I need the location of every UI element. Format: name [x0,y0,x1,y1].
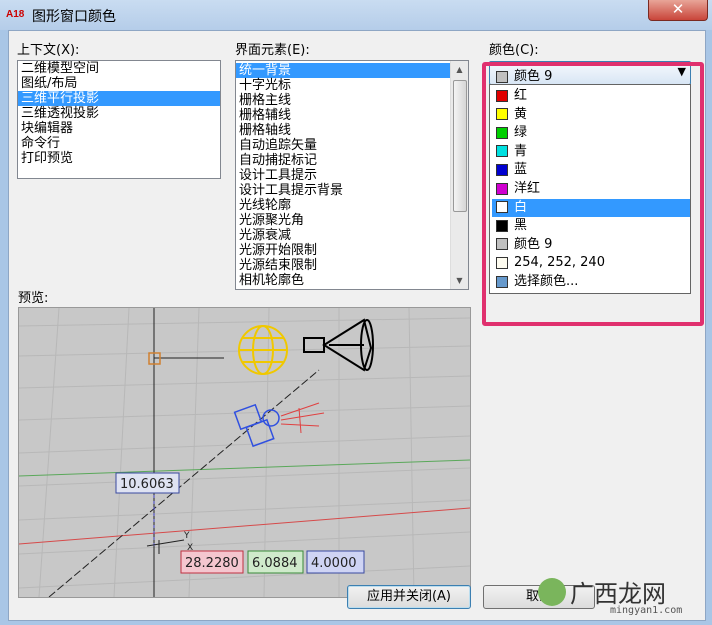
interface-element-item[interactable]: 自动捕捉标记 [236,153,450,168]
interface-element-item[interactable]: 光线轮廓 [236,198,450,213]
x-axis-line [19,507,470,545]
interface-element-item[interactable]: 光源聚光角 [236,213,450,228]
green-axis-line [19,459,470,477]
autocad-app-icon: A18 [6,9,25,20]
coord-z-value: 4.0000 [311,556,357,571]
watermark-brand: 广西龙网 [570,580,666,608]
context-list-item[interactable]: 打印预览 [18,151,220,166]
coord-x-box[interactable]: 28.2280 [180,550,244,574]
context-list-item[interactable]: 二维模型空间 [18,61,220,76]
scroll-up-arrow-icon[interactable]: ▲ [451,61,468,78]
interface-element-item[interactable]: 栅格辅线 [236,108,450,123]
interface-element-item[interactable]: 十字光标 [236,78,450,93]
dimension-input-box[interactable]: 10.6063 [115,472,180,494]
interface-element-item[interactable]: 栅格轴线 [236,123,450,138]
color-label: 颜色(C): [489,43,539,58]
coord-y-value: 6.0884 [252,556,298,571]
context-list-item[interactable]: 命令行 [18,136,220,151]
interface-element-item[interactable]: 设计工具提示背景 [236,183,450,198]
light-bulb-icon [238,325,288,375]
window-title: 图形窗口颜色 [32,9,116,25]
context-list-item[interactable]: 块编辑器 [18,121,220,136]
ucs-y-label: Y [183,531,190,541]
interface-element-item[interactable]: 设计工具提示 [236,168,450,183]
interface-element-item[interactable]: 栅格主线 [236,93,450,108]
context-list-item[interactable]: 三维透视投影 [18,106,220,121]
context-list-item[interactable]: 三维平行投影 [18,91,220,106]
close-button[interactable]: ✕ [648,0,708,21]
context-label: 上下文(X): [17,43,80,58]
grid-lines [19,308,470,597]
interface-element-item[interactable]: 光源开始限制 [236,243,450,258]
interface-element-item[interactable]: 光源结束限制 [236,258,450,273]
scroll-thumb[interactable] [453,80,467,212]
interface-element-item[interactable]: 相机轮廓色 [236,273,450,288]
preview-scene: Y X 10.6063 28.2280 6.0884 4.0000 [19,308,470,597]
interface-elements-listbox[interactable]: 统一背景 十字光标 栅格主线 栅格辅线 栅格轴线 自动追踪矢量 自动捕捉标记 设计工具提示 设计… [235,60,469,290]
title-bar: A18 图形窗口颜色 ✕ [0,0,712,30]
interface-element-item[interactable]: 光源衰减 [236,228,450,243]
apply-and-close-button[interactable]: 应用并关闭(A) [347,585,471,609]
preview-label: 预览: [18,291,49,306]
color-highlight-frame [482,62,704,326]
interface-elements-label: 界面元素(E): [235,43,310,58]
interface-elements-scrollbar[interactable]: ▲ ▼ [450,61,468,289]
context-list-item[interactable]: 图纸/布局 [18,76,220,91]
coord-y-box[interactable]: 6.0884 [247,550,304,574]
scroll-down-arrow-icon[interactable]: ▼ [451,272,468,289]
interface-element-item[interactable]: 自动追踪矢量 [236,138,450,153]
watermark-logo-icon [538,578,566,606]
spotlight-icon [233,403,280,448]
watermark: 广西龙网 mingyan1.com [530,568,710,622]
dialog-body: 上下文(X): 二维模型空间 图纸/布局 三维平行投影 三维透视投影 块编辑器 命令行 打印… [8,30,706,621]
context-listbox[interactable]: 二维模型空间 图纸/布局 三维平行投影 三维透视投影 块编辑器 命令行 打印预览 [17,60,221,179]
coord-x-value: 28.2280 [185,556,239,571]
light-rays-icon [280,402,325,434]
coord-z-box[interactable]: 4.0000 [306,550,365,574]
interface-element-item[interactable]: 统一背景 [236,63,450,78]
watermark-site: mingyan1.com [610,605,683,616]
dimension-value: 10.6063 [120,477,174,492]
preview-viewport: Y X 10.6063 28.2280 6.0884 4.0000 [18,307,471,598]
